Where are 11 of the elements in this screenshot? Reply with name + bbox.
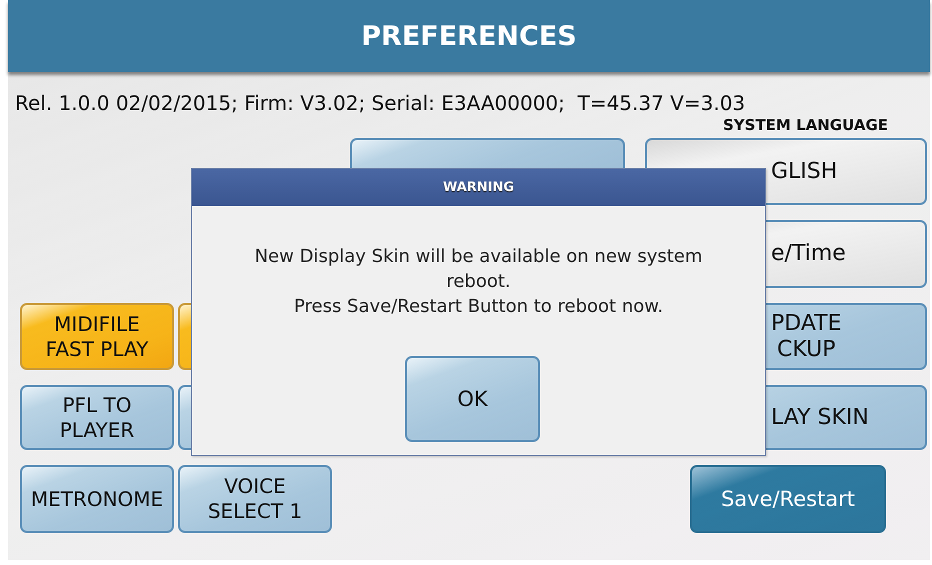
system-info: Rel. 1.0.0 02/02/2015; Firm: V3.02; Serial: E3AA00000; T=45.37 V=3.03 [14,90,746,115]
option-button[interactable]: METRONOME [20,465,174,533]
option-button[interactable]: VOICE SELECT 1 [178,465,332,533]
save-restart-button[interactable]: Save/Restart [690,465,886,533]
ok-button[interactable]: OK [405,356,540,442]
mode-button[interactable] [350,138,625,168]
screen-title: PREFERENCES [361,20,577,52]
option-button[interactable]: PFL TO PLAYER [20,385,174,450]
option-button[interactable]: MIDIFILE FAST PLAY [20,303,174,370]
dialog-title: WARNING [442,180,514,195]
language-label: SYSTEM LANGUAGE [722,117,888,134]
